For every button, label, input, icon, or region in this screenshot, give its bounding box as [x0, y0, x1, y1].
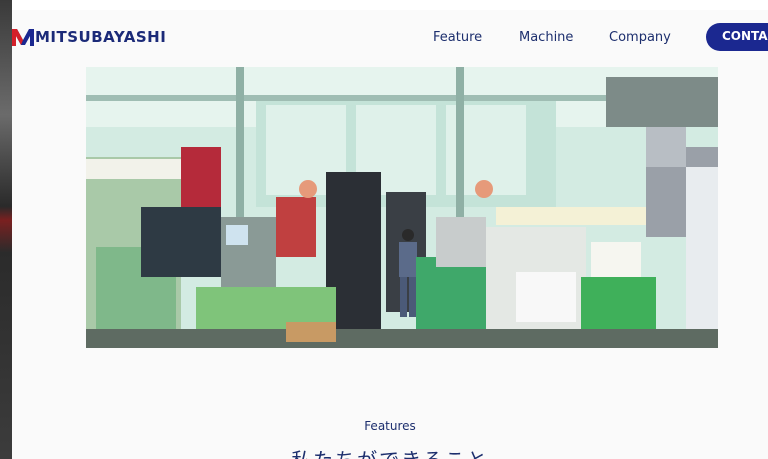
- logo-text: MITSUBAYASHI: [35, 28, 167, 46]
- hero-image: [86, 67, 718, 348]
- contact-button[interactable]: CONTACT: [706, 23, 768, 51]
- factory-floor-photo-icon: [86, 67, 718, 348]
- nav-item-machine[interactable]: Machine: [519, 30, 573, 45]
- left-edge-photo-strip: [0, 0, 12, 459]
- features-label: Features: [364, 419, 416, 433]
- nav-item-company[interactable]: Company: [609, 30, 671, 45]
- features-heading: 私たちができること: [12, 444, 768, 459]
- site-logo[interactable]: MITSUBAYASHI: [12, 24, 166, 50]
- page: MITSUBAYASHI Feature Machine Company CON…: [12, 0, 768, 459]
- nav-item-feature[interactable]: Feature: [433, 30, 482, 45]
- logo-mark-icon: [12, 29, 34, 46]
- top-margin: [12, 0, 768, 10]
